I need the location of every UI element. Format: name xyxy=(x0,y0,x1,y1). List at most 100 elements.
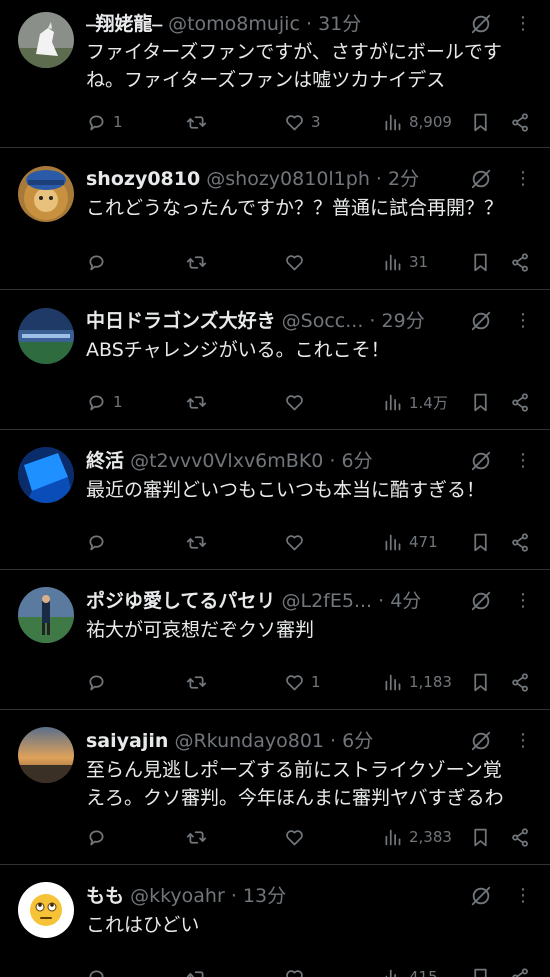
reply-button[interactable]: 1 xyxy=(86,390,123,414)
timestamp[interactable]: 13分 xyxy=(243,885,286,907)
bookmark-button[interactable] xyxy=(470,825,491,849)
share-button[interactable] xyxy=(510,965,531,977)
bookmark-icon xyxy=(474,828,487,846)
grok-icon[interactable] xyxy=(470,13,492,35)
share-button[interactable] xyxy=(510,825,531,849)
reply-button[interactable] xyxy=(86,530,113,554)
avatar[interactable] xyxy=(18,308,74,364)
user-handle[interactable]: @kkyoahr xyxy=(130,885,225,907)
display-name[interactable]: ポジゆ愛してるパセリ xyxy=(86,590,275,612)
share-icon xyxy=(512,967,528,977)
bookmark-button[interactable] xyxy=(470,250,491,274)
user-handle[interactable]: @Socc... xyxy=(282,310,364,332)
tweet[interactable]: saiyajin @Rkundayo801 · 6分 ⋮ 至らん見逃しポーズする… xyxy=(0,710,550,865)
user-handle[interactable]: @shozy0810l1ph xyxy=(206,168,370,190)
timestamp[interactable]: 31分 xyxy=(318,13,361,35)
display-name[interactable]: saiyajin xyxy=(86,730,168,752)
reply-button[interactable] xyxy=(86,670,113,694)
grok-icon[interactable] xyxy=(470,450,492,472)
views-button[interactable]: 415 xyxy=(382,965,438,977)
display-name[interactable]: もも xyxy=(86,885,124,907)
avatar[interactable] xyxy=(18,587,74,643)
views-button[interactable]: 1.4万 xyxy=(382,390,448,414)
display-name[interactable]: 終活 xyxy=(86,450,124,472)
reply-icon xyxy=(89,829,104,845)
reply-button[interactable] xyxy=(86,825,113,849)
more-options-icon[interactable]: ⋮ xyxy=(514,13,532,35)
timestamp[interactable]: 6分 xyxy=(342,730,373,752)
more-options-icon[interactable]: ⋮ xyxy=(514,885,532,907)
tweet-header: ⎯翔姥龍⎯ @tomo8mujic · 31分 xyxy=(86,11,470,37)
timestamp[interactable]: 6分 xyxy=(342,450,373,472)
retweet-button[interactable] xyxy=(186,390,213,414)
views-button[interactable]: 2,383 xyxy=(382,825,452,849)
like-button[interactable] xyxy=(284,530,311,554)
bookmark-button[interactable] xyxy=(470,530,491,554)
like-button[interactable] xyxy=(284,390,311,414)
views-button[interactable]: 31 xyxy=(382,250,428,274)
like-button[interactable] xyxy=(284,250,311,274)
grok-icon[interactable] xyxy=(470,310,492,332)
like-button[interactable] xyxy=(284,965,311,977)
reply-button[interactable] xyxy=(86,250,113,274)
like-button[interactable]: 3 xyxy=(284,110,321,134)
avatar[interactable] xyxy=(18,882,74,938)
share-button[interactable] xyxy=(510,250,531,274)
display-name[interactable]: 中日ドラゴンズ大好き xyxy=(86,310,276,332)
tweet[interactable]: 中日ドラゴンズ大好き @Socc... · 29分 ⋮ ABSチャレンジがいる。… xyxy=(0,290,550,430)
more-options-icon[interactable]: ⋮ xyxy=(514,168,532,190)
display-name[interactable]: ⎯翔姥龍⎯ xyxy=(86,13,162,35)
retweet-button[interactable] xyxy=(186,110,213,134)
retweet-button[interactable] xyxy=(186,250,213,274)
tweet[interactable]: ポジゆ愛してるパセリ @L2fE5... · 4分 ⋮ 祐大が可哀想だぞクソ審判… xyxy=(0,570,550,710)
grok-icon[interactable] xyxy=(470,168,492,190)
views-button[interactable]: 8,909 xyxy=(382,110,452,134)
tweet-text: 至らん見逃しポーズする前にストライクゾーン覚 えろ。クソ審判。今年ほんまに審判ヤ… xyxy=(86,756,538,812)
share-button[interactable] xyxy=(510,390,531,414)
tweet[interactable]: もも @kkyoahr · 13分 ⋮ これはひどい 415 xyxy=(0,865,550,977)
timestamp[interactable]: 4分 xyxy=(390,590,421,612)
reply-button[interactable] xyxy=(86,965,113,977)
share-button[interactable] xyxy=(510,530,531,554)
like-button[interactable] xyxy=(284,825,311,849)
views-button[interactable]: 1,183 xyxy=(382,670,452,694)
more-options-icon[interactable]: ⋮ xyxy=(514,730,532,752)
user-handle[interactable]: @Rkundayo801 xyxy=(174,730,324,752)
retweet-button[interactable] xyxy=(186,825,213,849)
user-handle[interactable]: @t2vvv0Vlxv6mBK0 xyxy=(130,450,323,472)
retweet-button[interactable] xyxy=(186,670,213,694)
tweet[interactable]: ⎯翔姥龍⎯ @tomo8mujic · 31分 ⋮ ファイターズファンですが、さ… xyxy=(0,0,550,148)
tweet[interactable]: 終活 @t2vvv0Vlxv6mBK0 · 6分 ⋮ 最近の審判どいつもこいつも… xyxy=(0,430,550,570)
more-options-icon[interactable]: ⋮ xyxy=(514,590,532,612)
grok-icon[interactable] xyxy=(470,590,492,612)
retweet-icon xyxy=(186,115,207,129)
grok-icon[interactable] xyxy=(470,730,492,752)
reply-icon xyxy=(89,674,104,690)
tweet[interactable]: shozy0810 @shozy0810l1ph · 2分 ⋮ これどうなったん… xyxy=(0,148,550,290)
bookmark-button[interactable] xyxy=(470,965,491,977)
views-button[interactable]: 471 xyxy=(382,530,438,554)
timestamp[interactable]: 29分 xyxy=(382,310,425,332)
bookmark-button[interactable] xyxy=(470,390,491,414)
bookmark-button[interactable] xyxy=(470,670,491,694)
more-options-icon[interactable]: ⋮ xyxy=(514,310,532,332)
grok-icon[interactable] xyxy=(470,885,492,907)
share-button[interactable] xyxy=(510,670,531,694)
retweet-button[interactable] xyxy=(186,530,213,554)
user-handle[interactable]: @L2fE5... xyxy=(281,590,372,612)
like-button[interactable]: 1 xyxy=(284,670,321,694)
share-icon xyxy=(512,827,528,847)
reply-button[interactable]: 1 xyxy=(86,110,123,134)
avatar[interactable] xyxy=(18,447,74,503)
more-options-icon[interactable]: ⋮ xyxy=(514,450,532,472)
avatar[interactable] xyxy=(18,727,74,783)
avatar[interactable] xyxy=(18,166,74,222)
avatar[interactable] xyxy=(18,12,74,68)
user-handle[interactable]: @tomo8mujic xyxy=(168,13,300,35)
timestamp[interactable]: 2分 xyxy=(388,168,419,190)
share-button[interactable] xyxy=(510,110,531,134)
separator-dot: · xyxy=(305,13,313,35)
bookmark-button[interactable] xyxy=(470,110,491,134)
display-name[interactable]: shozy0810 xyxy=(86,168,200,190)
retweet-button[interactable] xyxy=(186,965,213,977)
